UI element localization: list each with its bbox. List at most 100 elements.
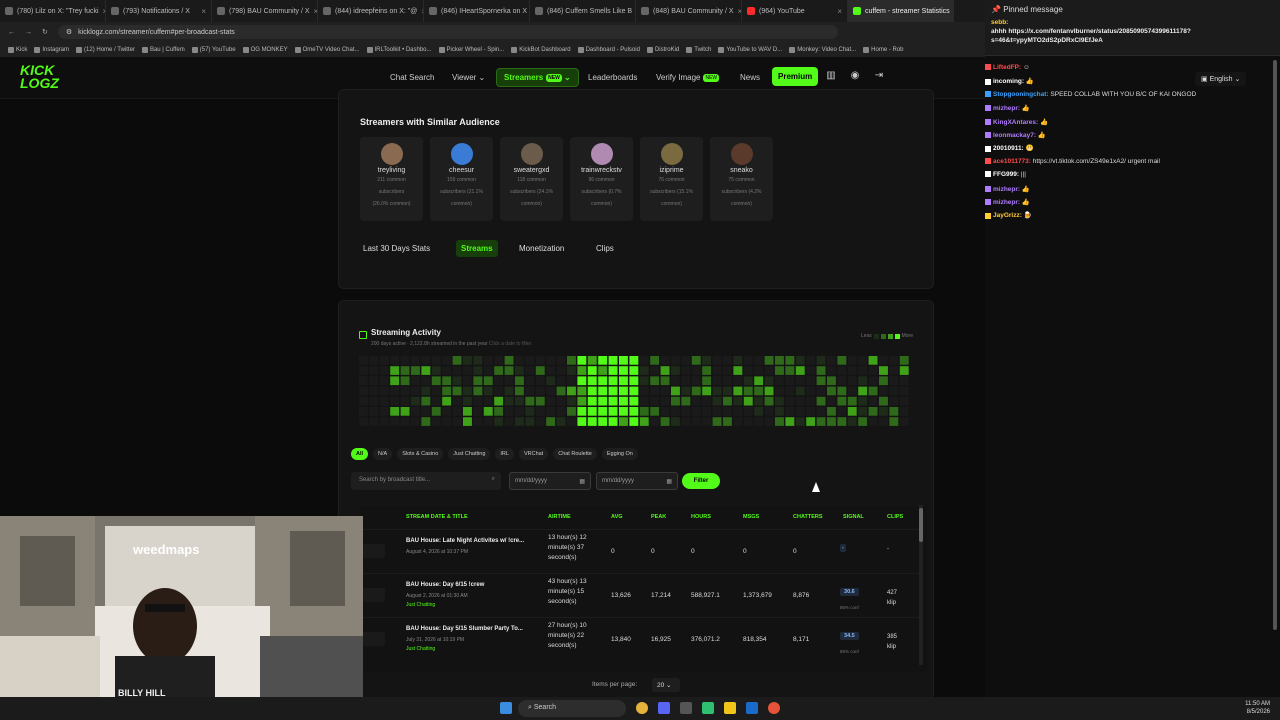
heatmap-cell[interactable] — [598, 376, 608, 386]
heatmap-cell[interactable] — [660, 396, 670, 406]
heatmap-cell[interactable] — [671, 356, 680, 365]
heatmap-cell[interactable] — [504, 356, 514, 365]
heatmap-cell[interactable] — [608, 417, 618, 426]
chat-username[interactable]: JayGrizz: — [993, 212, 1022, 219]
heatmap-cell[interactable] — [650, 386, 660, 396]
heatmap-cell[interactable] — [473, 396, 483, 406]
heatmap-cell[interactable] — [743, 407, 753, 416]
heatmap-cell[interactable] — [764, 376, 774, 386]
heatmap-cell[interactable] — [473, 407, 483, 416]
heatmap-cell[interactable] — [421, 417, 431, 426]
heatmap-cell[interactable] — [619, 407, 628, 416]
heatmap-cell[interactable] — [733, 407, 743, 416]
heatmap-cell[interactable] — [879, 376, 888, 386]
nav-streamers[interactable]: Streamers NEW ⌄ — [496, 68, 579, 87]
heatmap-cell[interactable] — [723, 407, 732, 416]
folder-icon[interactable] — [724, 702, 736, 714]
category-chip[interactable]: N/A — [373, 448, 393, 460]
heatmap-cell[interactable] — [837, 376, 847, 386]
heatmap-cell[interactable] — [785, 356, 795, 365]
heatmap-cell[interactable] — [723, 417, 732, 426]
app-icon[interactable] — [702, 702, 714, 714]
heatmap-cell[interactable] — [764, 417, 774, 426]
heatmap-cell[interactable] — [847, 386, 857, 396]
nav-chat-search[interactable]: Chat Search — [390, 73, 434, 82]
heatmap-cell[interactable] — [421, 366, 431, 375]
heatmap-cell[interactable] — [733, 386, 743, 396]
heatmap-cell[interactable] — [504, 417, 514, 426]
start-date-input[interactable]: mm/dd/yyyy ▦ — [509, 472, 591, 490]
heatmap-cell[interactable] — [837, 386, 847, 396]
category-chip[interactable]: Slots & Casino — [397, 448, 444, 460]
app-icon[interactable] — [680, 702, 692, 714]
filter-button[interactable]: Filter — [682, 473, 720, 489]
stream-title[interactable]: BAU House: Day 6/15 !crew — [406, 582, 484, 588]
heatmap-cell[interactable] — [671, 396, 680, 406]
heatmap-cell[interactable] — [400, 407, 410, 416]
heatmap-cell[interactable] — [899, 407, 909, 416]
heatmap-cell[interactable] — [650, 417, 660, 426]
heatmap-cell[interactable] — [795, 366, 805, 375]
heatmap-cell[interactable] — [494, 386, 504, 396]
browser-tab[interactable]: (798) BAU Community / X × — [212, 0, 318, 22]
heatmap-cell[interactable] — [868, 386, 878, 396]
similar-streamer-card[interactable]: sweatergxd 118 common subscribers (24.1% co… — [500, 137, 563, 221]
heatmap-cell[interactable] — [546, 396, 556, 406]
heatmap-cell[interactable] — [743, 376, 753, 386]
heatmap-cell[interactable] — [619, 417, 628, 426]
url-field[interactable]: ⚙ kicklogz.com/streamer/cuffem#per-broadc… — [57, 25, 838, 39]
heatmap-cell[interactable] — [359, 407, 368, 416]
heatmap-cell[interactable] — [546, 407, 556, 416]
heatmap-cell[interactable] — [556, 417, 566, 426]
heatmap-cell[interactable] — [899, 417, 909, 426]
stream-thumbnail[interactable] — [363, 544, 385, 558]
table-scrollbar-thumb[interactable] — [919, 508, 923, 542]
heatmap-cell[interactable] — [431, 396, 441, 406]
heatmap-cell[interactable] — [379, 417, 389, 426]
heatmap-cell[interactable] — [629, 407, 639, 416]
heatmap-cell[interactable] — [858, 417, 868, 426]
heatmap-cell[interactable] — [691, 386, 701, 396]
heatmap-cell[interactable] — [650, 356, 660, 365]
heatmap-cell[interactable] — [712, 396, 722, 406]
heatmap-cell[interactable] — [681, 376, 691, 386]
category-chip[interactable]: Chat Roulette — [553, 448, 597, 460]
bookmark-item[interactable]: Bau | Cuffem — [141, 46, 185, 53]
chat-username[interactable]: LiftedFP: — [993, 64, 1021, 71]
heatmap-cell[interactable] — [764, 396, 774, 406]
heatmap-cell[interactable] — [421, 356, 431, 365]
chat-username[interactable]: Stopgooningchat: — [993, 91, 1049, 98]
heatmap-cell[interactable] — [463, 356, 472, 365]
heatmap-cell[interactable] — [816, 417, 826, 426]
heatmap-cell[interactable] — [775, 417, 784, 426]
heatmap-cell[interactable] — [712, 366, 722, 375]
heatmap-cell[interactable] — [504, 386, 514, 396]
heatmap-cell[interactable] — [390, 407, 400, 416]
bookmark-item[interactable]: Picker Wheel - Spin... — [438, 46, 504, 53]
chat-username[interactable]: 20010911: — [993, 145, 1024, 152]
heatmap-cell[interactable] — [483, 366, 493, 375]
chat-username[interactable]: mizhepr: — [993, 105, 1020, 112]
heatmap-cell[interactable] — [879, 417, 888, 426]
heatmap-cell[interactable] — [754, 386, 764, 396]
heatmap-cell[interactable] — [671, 417, 680, 426]
heatmap-cell[interactable] — [795, 407, 805, 416]
heatmap-cell[interactable] — [535, 407, 545, 416]
heatmap-cell[interactable] — [702, 356, 712, 365]
bookmark-item[interactable]: OG MONKEY — [242, 46, 288, 53]
heatmap-cell[interactable] — [515, 376, 524, 386]
heatmap-cell[interactable] — [899, 356, 909, 365]
heatmap-cell[interactable] — [411, 356, 420, 365]
col-header[interactable]: CLIPS — [887, 514, 903, 520]
heatmap-cell[interactable] — [411, 366, 420, 375]
heatmap-cell[interactable] — [619, 366, 628, 375]
heatmap-cell[interactable] — [827, 386, 836, 396]
heatmap-cell[interactable] — [775, 396, 784, 406]
heatmap-cell[interactable] — [806, 356, 816, 365]
heatmap-cell[interactable] — [411, 407, 420, 416]
heatmap-cell[interactable] — [546, 417, 556, 426]
taskbar-search[interactable]: ⌕ Search — [518, 700, 626, 717]
heatmap-cell[interactable] — [660, 366, 670, 375]
bookmark-item[interactable]: YouTube to WAV D... — [718, 46, 782, 53]
heatmap-cell[interactable] — [691, 366, 701, 375]
